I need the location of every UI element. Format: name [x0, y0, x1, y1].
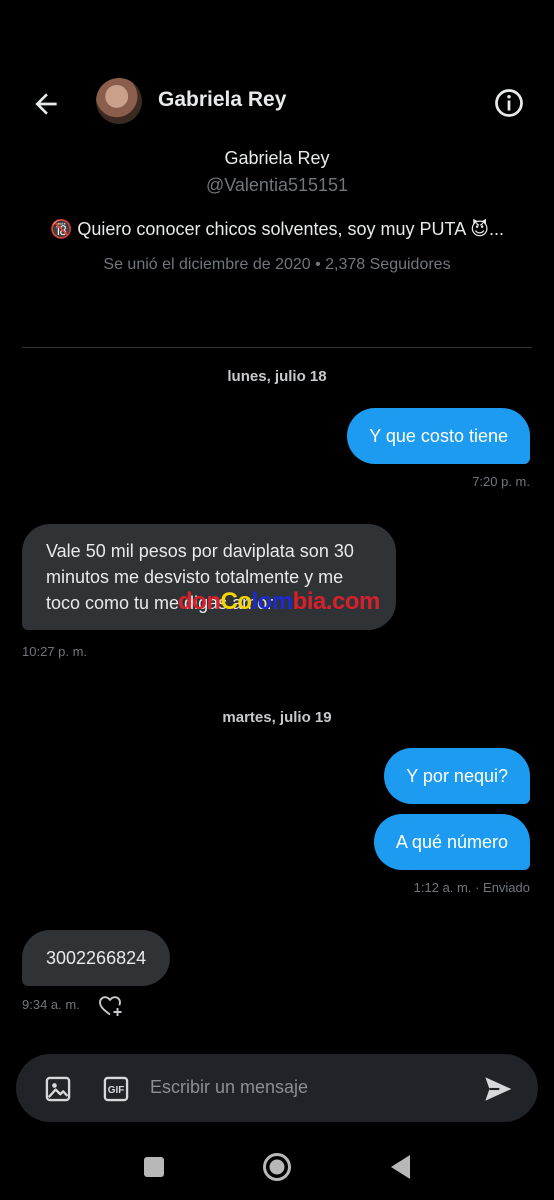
profile-name[interactable]: Gabriela Rey: [0, 148, 554, 169]
profile-meta: Se unió el diciembre de 2020 • 2,378 Seg…: [103, 256, 451, 273]
heart-plus-icon[interactable]: [98, 994, 124, 1018]
watermark: donColombia.com: [178, 588, 380, 615]
header-title[interactable]: Gabriela Rey: [158, 88, 286, 112]
message-input[interactable]: Escribir un mensaje: [150, 1077, 308, 1098]
message-incoming[interactable]: 3002266824: [22, 930, 171, 986]
svg-text:GIF: GIF: [108, 1085, 125, 1096]
back-button[interactable]: [388, 1152, 412, 1182]
message-timestamp: 1:12 a. m. · Enviado: [413, 880, 530, 895]
divider: [22, 347, 532, 348]
message-timestamp: 9:34 a. m.: [22, 997, 80, 1012]
date-separator: martes, julio 19: [222, 709, 332, 726]
message-timestamp: 10:27 p. m.: [22, 644, 88, 659]
image-icon[interactable]: [44, 1075, 72, 1103]
profile-bio: 🔞 Quiero conocer chicos solventes, soy m…: [49, 219, 504, 239]
avatar[interactable]: [96, 78, 142, 124]
profile-handle[interactable]: @Valentia515151: [0, 175, 554, 196]
recents-button[interactable]: [144, 1157, 164, 1177]
profile-summary: Gabriela Rey @Valentia515151 🔞 Quiero co…: [0, 140, 554, 274]
message-outgoing[interactable]: Y por nequi?: [384, 748, 530, 804]
home-button[interactable]: [262, 1152, 292, 1182]
system-navigation-bar: [0, 1140, 554, 1200]
arrow-left-icon[interactable]: [30, 88, 62, 120]
message-composer: GIF Escribir un mensaje: [16, 1054, 538, 1122]
conversation-header: Gabriela Rey: [0, 60, 554, 146]
send-icon[interactable]: [482, 1073, 514, 1105]
message-outgoing[interactable]: Y que costo tiene: [347, 408, 530, 464]
gif-icon[interactable]: GIF: [102, 1075, 130, 1103]
message-timestamp: 7:20 p. m.: [472, 474, 530, 489]
info-icon[interactable]: [494, 88, 524, 118]
message-outgoing[interactable]: A qué número: [373, 814, 530, 870]
date-separator: lunes, julio 18: [227, 368, 327, 385]
